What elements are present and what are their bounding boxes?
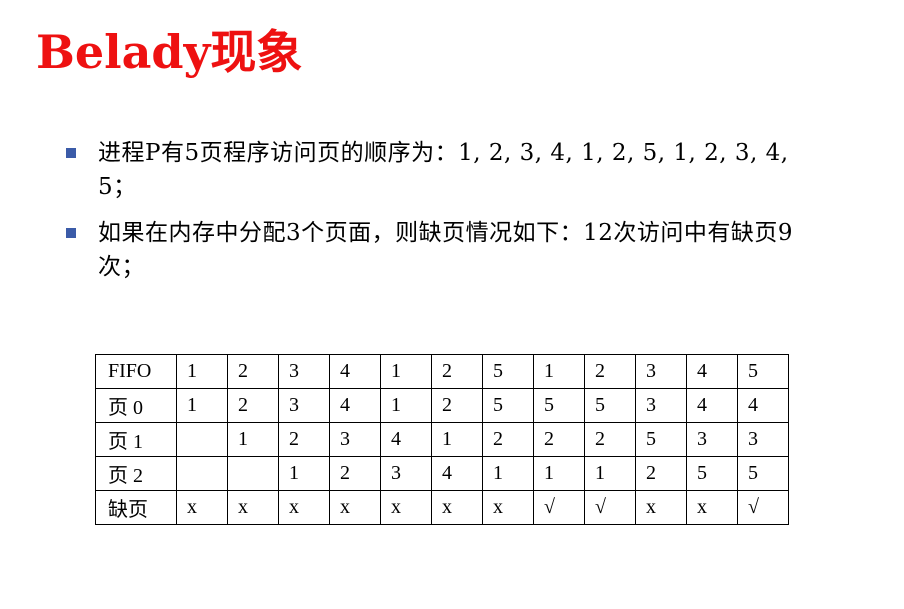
table-cell: 5 (482, 388, 534, 423)
table-cell: 2 (227, 388, 279, 423)
table-cell: 3 (329, 422, 381, 457)
table-cell: 1 (533, 456, 585, 491)
table-cell: 1 (278, 456, 330, 491)
table-cell: 3 (278, 388, 330, 423)
table-row: 页 0123412555344 (95, 388, 789, 423)
table-cell: 3 (686, 422, 738, 457)
slide-title: Belady现象 (36, 25, 303, 79)
bullet-item: 进程P有5页程序访问页的顺序为：1, 2, 3, 4, 1, 2, 5, 1, … (66, 136, 826, 204)
table-cell: x (635, 490, 687, 525)
bullet-text: 进程P有5页程序访问页的顺序为：1, 2, 3, 4, 1, 2, 5, 1, … (98, 140, 789, 200)
table-cell: 1 (227, 422, 279, 457)
table-cell: 5 (635, 422, 687, 457)
table-cell: 2 (584, 422, 636, 457)
row-header: 缺页 (95, 490, 177, 525)
table-cell: x (176, 490, 228, 525)
table-cell (227, 456, 279, 491)
table-cell: 3 (635, 388, 687, 423)
table-cell: 3 (737, 422, 789, 457)
row-header: 页 0 (95, 388, 177, 423)
table-cell: 4 (329, 354, 381, 389)
bullet-text: 如果在内存中分配3个页面，则缺页情况如下：12次访问中有缺页9次； (98, 220, 794, 280)
bullet-item: 如果在内存中分配3个页面，则缺页情况如下：12次访问中有缺页9次； (66, 216, 826, 284)
table-cell: 4 (686, 354, 738, 389)
table-row: 缺页 x x x x x x x √ √ x x √ (95, 490, 789, 525)
table-cell: 2 (431, 388, 483, 423)
table-cell: 5 (533, 388, 585, 423)
table-cell: 4 (686, 388, 738, 423)
table-cell: x (380, 490, 432, 525)
table-cell: 2 (431, 354, 483, 389)
table-cell: √ (533, 490, 585, 525)
row-header: 页 2 (95, 456, 177, 491)
table-cell: 5 (737, 354, 789, 389)
table-cell: x (329, 490, 381, 525)
table-cell: 4 (431, 456, 483, 491)
table-cell: 5 (482, 354, 534, 389)
table-cell: x (431, 490, 483, 525)
table-row: FIFO 1 2 3 4 1 2 5 1 2 3 4 5 (95, 354, 789, 389)
table-cell: 1 (482, 456, 534, 491)
table-cell: 1 (533, 354, 585, 389)
table-cell: 5 (686, 456, 738, 491)
table-cell: 2 (533, 422, 585, 457)
table-row: 页 21234111255 (95, 456, 789, 491)
row-header: 页 1 (95, 422, 177, 457)
table-cell: 1 (380, 354, 432, 389)
table-cell: 2 (227, 354, 279, 389)
table-cell (176, 422, 228, 457)
table-cell: 4 (329, 388, 381, 423)
table-cell: 2 (329, 456, 381, 491)
fifo-page-table: FIFO 1 2 3 4 1 2 5 1 2 3 4 5 页 0123412555344页 1123412… (95, 354, 789, 525)
table-cell: 3 (380, 456, 432, 491)
table-cell: x (482, 490, 534, 525)
square-bullet-icon (66, 228, 76, 238)
table-cell: 1 (431, 422, 483, 457)
table-row: 页 112341222533 (95, 422, 789, 457)
table-cell: 2 (482, 422, 534, 457)
table-cell: 1 (584, 456, 636, 491)
square-bullet-icon (66, 148, 76, 158)
table-cell: 1 (176, 388, 228, 423)
table-cell: 2 (278, 422, 330, 457)
table-cell: x (686, 490, 738, 525)
table-cell: x (227, 490, 279, 525)
table-cell: 5 (737, 456, 789, 491)
table-cell: 1 (380, 388, 432, 423)
table-cell: 3 (635, 354, 687, 389)
bullet-list: 进程P有5页程序访问页的顺序为：1, 2, 3, 4, 1, 2, 5, 1, … (66, 136, 826, 296)
table-cell: √ (737, 490, 789, 525)
table-cell: 2 (584, 354, 636, 389)
table-cell: √ (584, 490, 636, 525)
table-cell: 4 (380, 422, 432, 457)
table-cell: 4 (737, 388, 789, 423)
table-cell: 3 (278, 354, 330, 389)
table-cell (176, 456, 228, 491)
row-header: FIFO (95, 354, 177, 389)
table-cell: 5 (584, 388, 636, 423)
table-cell: 1 (176, 354, 228, 389)
table-cell: 2 (635, 456, 687, 491)
table-cell: x (278, 490, 330, 525)
